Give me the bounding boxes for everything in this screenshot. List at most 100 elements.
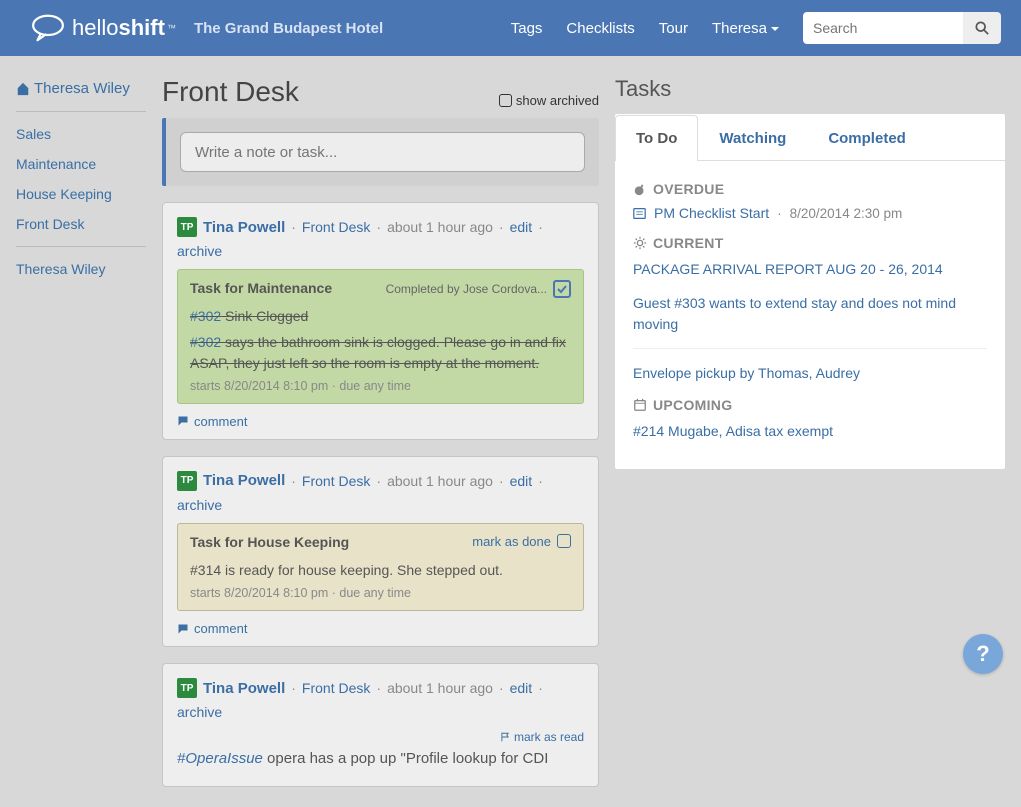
section-upcoming: UPCOMING	[633, 397, 987, 413]
completed-by-label: Completed by Jose Cordova...	[386, 282, 547, 296]
show-archived-toggle[interactable]: show archived	[499, 93, 599, 108]
task-item[interactable]: Envelope pickup by Thomas, Audrey	[633, 363, 987, 383]
sidebar: Theresa Wiley Sales Maintenance House Ke…	[16, 76, 146, 291]
nav-user-label: Theresa	[712, 20, 767, 37]
avatar: TP	[177, 217, 197, 237]
divider	[633, 348, 987, 349]
tab-completed[interactable]: Completed	[807, 115, 927, 161]
task-item[interactable]: #214 Mugabe, Adisa tax exempt	[633, 421, 987, 441]
sidebar-item-self[interactable]: Theresa Wiley	[16, 261, 146, 277]
page-title-row: Front Desk show archived	[162, 76, 599, 108]
task-box: Task for Maintenance Completed by Jose C…	[177, 269, 584, 404]
section-label: OVERDUE	[653, 181, 724, 197]
mark-read-label: mark as read	[514, 730, 584, 744]
check-icon[interactable]	[553, 280, 571, 298]
tasks-panel-box: To Do Watching Completed OVERDUE PM Chec…	[615, 114, 1005, 469]
caret-down-icon	[771, 27, 779, 31]
compose-input[interactable]	[180, 132, 585, 172]
avatar: TP	[177, 471, 197, 491]
search-button[interactable]	[963, 12, 1001, 44]
post-time: about 1 hour ago	[387, 473, 493, 489]
task-subject: #302 Sink Clogged	[190, 306, 571, 326]
tab-todo[interactable]: To Do	[615, 115, 698, 161]
nav-tags[interactable]: Tags	[511, 20, 543, 37]
section-current: CURRENT	[633, 235, 987, 251]
logo-text-b: shift	[118, 15, 164, 41]
task-meta: starts 8/20/2014 8:10 pm · due any time	[190, 379, 571, 393]
help-button[interactable]: ?	[963, 634, 1003, 674]
task-title: Task for Maintenance	[190, 280, 332, 296]
search-icon	[975, 21, 989, 35]
logo-text-a: hello	[72, 15, 118, 41]
post-card: TP Tina Powell · Front Desk · about 1 ho…	[162, 663, 599, 787]
post-head: TP Tina Powell · Front Desk · about 1 ho…	[177, 217, 584, 259]
comment-icon	[177, 415, 189, 427]
nav-user-dropdown[interactable]: Theresa	[712, 20, 779, 37]
search-group	[803, 12, 1001, 44]
mark-done-label: mark as done	[472, 534, 551, 549]
task-item-date: 8/20/2014 2:30 pm	[790, 206, 903, 221]
post-head: TP Tina Powell · Front Desk · about 1 ho…	[177, 678, 584, 720]
sidebar-item-sales[interactable]: Sales	[16, 126, 146, 142]
mark-done-link[interactable]: mark as done	[472, 534, 571, 549]
archive-link[interactable]: archive	[177, 497, 222, 513]
post-author[interactable]: Tina Powell	[203, 680, 285, 697]
tasks-heading: Tasks	[615, 76, 1005, 102]
top-right: Tags Checklists Tour Theresa	[511, 12, 1001, 44]
post-card: TP Tina Powell · Front Desk · about 1 ho…	[162, 202, 599, 440]
search-input[interactable]	[803, 12, 963, 44]
show-archived-label: show archived	[516, 93, 599, 108]
layout: Theresa Wiley Sales Maintenance House Ke…	[0, 56, 1021, 807]
task-item[interactable]: PM Checklist Start · 8/20/2014 2:30 pm	[633, 205, 987, 221]
sidebar-item-housekeeping[interactable]: House Keeping	[16, 186, 146, 202]
archive-link[interactable]: archive	[177, 704, 222, 720]
main-feed: Front Desk show archived TP Tina Powell …	[162, 76, 599, 787]
checkbox-icon	[499, 94, 512, 107]
mark-read-link[interactable]: mark as read	[177, 730, 584, 744]
section-overdue: OVERDUE	[633, 181, 987, 197]
sidebar-item-frontdesk[interactable]: Front Desk	[16, 216, 146, 232]
calendar-icon	[633, 398, 647, 412]
post-author[interactable]: Tina Powell	[203, 472, 285, 489]
edit-link[interactable]: edit	[510, 473, 533, 489]
post-card: TP Tina Powell · Front Desk · about 1 ho…	[162, 456, 599, 647]
avatar: TP	[177, 678, 197, 698]
task-item[interactable]: Guest #303 wants to extend stay and does…	[633, 293, 987, 334]
post-body: #OperaIssue opera has a pop up "Profile …	[177, 748, 584, 770]
nav-tour[interactable]: Tour	[659, 20, 688, 37]
panel-body: OVERDUE PM Checklist Start · 8/20/2014 2…	[615, 161, 1005, 469]
task-item-link: PM Checklist Start	[654, 205, 769, 221]
logo[interactable]: helloshift™	[30, 14, 176, 42]
task-box: Task for House Keeping mark as done #314…	[177, 523, 584, 611]
room-tag[interactable]: #302	[190, 308, 221, 324]
archive-link[interactable]: archive	[177, 243, 222, 259]
bomb-icon	[633, 182, 647, 196]
comment-link[interactable]: comment	[177, 414, 584, 429]
task-body: #302 says the bathroom sink is clogged. …	[190, 332, 571, 373]
hashtag[interactable]: #OperaIssue	[177, 750, 263, 767]
post-author[interactable]: Tina Powell	[203, 219, 285, 236]
tab-watching[interactable]: Watching	[698, 115, 807, 161]
section-label: UPCOMING	[653, 397, 732, 413]
top-bar: helloshift™ The Grand Budapest Hotel Tag…	[0, 0, 1021, 56]
task-item[interactable]: PACKAGE ARRIVAL REPORT AUG 20 - 26, 2014	[633, 259, 987, 279]
comment-label: comment	[194, 621, 247, 636]
comment-link[interactable]: comment	[177, 621, 584, 636]
sidebar-user[interactable]: Theresa Wiley	[16, 80, 146, 97]
post-dept-link[interactable]: Front Desk	[302, 473, 370, 489]
list-icon	[633, 207, 646, 220]
flag-icon	[500, 732, 510, 742]
nav-checklists[interactable]: Checklists	[566, 20, 634, 37]
comment-icon	[177, 623, 189, 635]
home-icon	[16, 82, 30, 96]
post-dept-link[interactable]: Front Desk	[302, 680, 370, 696]
tabs: To Do Watching Completed	[615, 114, 1005, 161]
edit-link[interactable]: edit	[510, 680, 533, 696]
task-meta: starts 8/20/2014 8:10 pm · due any time	[190, 586, 571, 600]
sidebar-item-maintenance[interactable]: Maintenance	[16, 156, 146, 172]
gear-icon	[633, 236, 647, 250]
post-dept-link[interactable]: Front Desk	[302, 219, 370, 235]
sidebar-user-label: Theresa Wiley	[34, 80, 130, 97]
edit-link[interactable]: edit	[510, 219, 533, 235]
room-tag[interactable]: #302	[190, 334, 225, 350]
